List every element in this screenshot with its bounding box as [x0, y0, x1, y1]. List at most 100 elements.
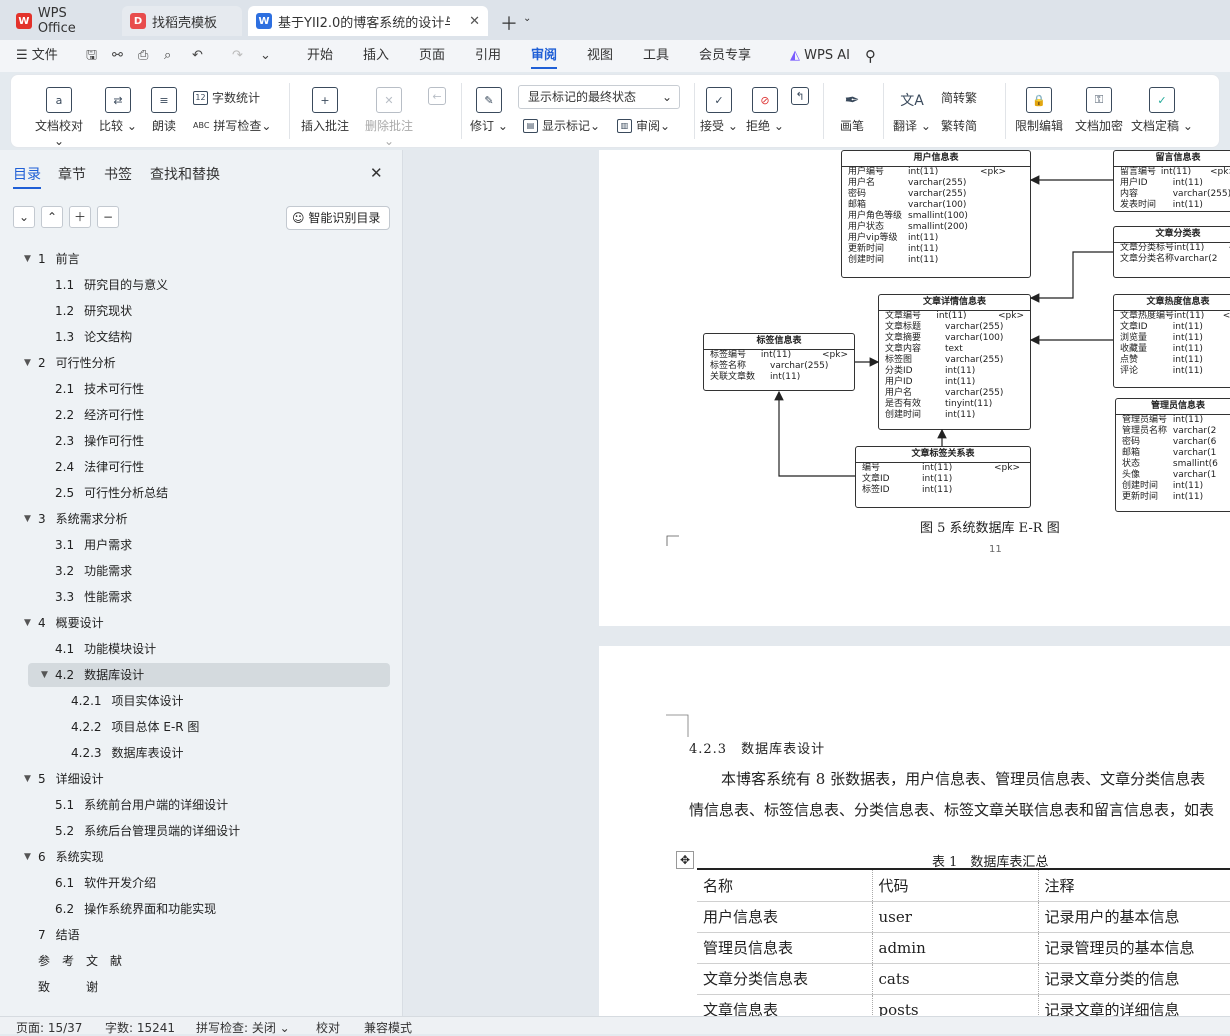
toc-item[interactable]: 6.2 操作系统界面和功能实现 — [55, 898, 216, 920]
new-tab-icon[interactable]: ＋ — [500, 10, 518, 36]
toc-item[interactable]: 2.2 经济可行性 — [55, 404, 144, 426]
menu-member[interactable]: 会员专享 — [699, 40, 751, 72]
undo-icon[interactable]: ↶ — [192, 40, 203, 72]
smart-toc-button[interactable]: ☺ 智能识别目录 — [286, 206, 390, 230]
translate-button[interactable]: 文A 翻译 ⌄ — [893, 87, 931, 134]
expand-down-button[interactable]: ⌄ — [13, 206, 35, 228]
word-count-button[interactable]: 12 字数统计 — [193, 89, 260, 106]
spell-check-button[interactable]: ABC 拼写检查 ⌄ — [193, 117, 271, 134]
menu-insert[interactable]: 插入 — [363, 40, 389, 72]
toc-item[interactable]: 4.2.2 项目总体 E-R 图 — [71, 716, 199, 738]
toc-item[interactable]: 3.2 功能需求 — [55, 560, 132, 582]
delete-comment-button[interactable]: ✕ 删除批注 ⌄ — [359, 87, 419, 148]
collapse-arrow-icon[interactable]: ▼ — [24, 352, 31, 374]
menu-view[interactable]: 视图 — [587, 40, 613, 72]
pen-button[interactable]: ✒ 画笔 — [835, 87, 869, 134]
redo-icon[interactable]: ↷ — [232, 40, 243, 72]
toc-item[interactable]: ▼ 6 系统实现 — [24, 846, 104, 868]
close-icon[interactable]: ✕ — [469, 14, 480, 29]
read-aloud-button[interactable]: ≡ 朗读 — [147, 87, 181, 134]
spell-check-status[interactable]: 拼写检查: 关闭 ⌄ — [196, 1019, 290, 1036]
menu-tools[interactable]: 工具 — [643, 40, 669, 72]
tab-sections[interactable]: 章节 — [58, 164, 86, 184]
share-icon[interactable]: ⚯ — [112, 40, 123, 72]
toc-item[interactable]: 2.1 技术可行性 — [55, 378, 144, 400]
markup-state-select[interactable]: 显示标记的最终状态 ⌄ — [518, 85, 680, 109]
doc-check-button[interactable]: a 文档校对 ⌄ — [29, 87, 89, 148]
collapse-arrow-icon[interactable]: ▼ — [24, 846, 31, 868]
toc-item[interactable]: ▼ 5 详细设计 — [24, 768, 104, 790]
accept-button[interactable]: ✓ 接受 ⌄ — [699, 87, 739, 134]
close-icon[interactable]: ✕ — [370, 164, 383, 182]
menu-review[interactable]: 审阅 — [531, 40, 558, 72]
toc-item[interactable]: ▼ 3 系统需求分析 — [24, 508, 128, 530]
wps-ai-button[interactable]: ◭ WPS AI — [790, 40, 850, 72]
toc-item[interactable]: ▼ 4.2 数据库设计 — [41, 664, 144, 686]
proofread-status[interactable]: 校对 — [316, 1019, 340, 1036]
review-pane-button[interactable]: ▥ 审阅 ⌄ — [617, 117, 670, 134]
toc-item[interactable]: 6.1 软件开发介绍 — [55, 872, 156, 894]
collapse-arrow-icon[interactable]: ▼ — [24, 612, 31, 634]
collapse-up-button[interactable]: ⌃ — [41, 206, 63, 228]
toc-item[interactable]: ▼ 2 可行性分析 — [24, 352, 116, 374]
reject-button[interactable]: ⊘ 拒绝 ⌄ — [745, 87, 785, 134]
toc-title: 概要设计 — [55, 616, 104, 630]
toc-item[interactable]: 3.1 用户需求 — [55, 534, 132, 556]
page-indicator[interactable]: 页面: 15/37 — [16, 1019, 82, 1036]
tab-wps-office[interactable]: W WPS Office — [8, 6, 116, 36]
toc-item[interactable]: 4.1 功能模块设计 — [55, 638, 156, 660]
toc-item[interactable]: 3.3 性能需求 — [55, 586, 132, 608]
toc-item[interactable]: ▼ 4 概要设计 — [24, 612, 104, 634]
print-icon[interactable]: ⎙ — [138, 40, 148, 72]
chevron-down-icon[interactable]: ⌄ — [523, 13, 531, 24]
add-heading-button[interactable]: ＋ — [69, 206, 91, 228]
menu-start[interactable]: 开始 — [307, 40, 333, 72]
insert-comment-button[interactable]: + 插入批注 — [299, 87, 351, 134]
save-icon[interactable]: 🖫 — [86, 40, 97, 72]
toc-title: 软件开发介绍 — [84, 876, 157, 890]
toc-item[interactable]: 2.5 可行性分析总结 — [55, 482, 168, 504]
show-markup-button[interactable]: ▤ 显示标记 ⌄ — [523, 117, 600, 134]
more-icon[interactable]: ⌄ — [260, 40, 271, 72]
toc-item[interactable]: 1.1 研究目的与意义 — [55, 274, 168, 296]
menu-page[interactable]: 页面 — [419, 40, 445, 72]
tab-bookmarks[interactable]: 书签 — [104, 164, 132, 184]
tab-toc[interactable]: 目录 — [13, 164, 41, 189]
toc-item[interactable]: 1.3 论文结构 — [55, 326, 132, 348]
collapse-arrow-icon[interactable]: ▼ — [24, 248, 31, 270]
toc-item[interactable]: 参 考 文 献 — [38, 950, 122, 972]
file-menu[interactable]: ☰ 文件 — [16, 40, 58, 72]
toc-item[interactable]: 7 结语 — [38, 924, 80, 946]
toc-item[interactable]: ▼ 1 前言 — [24, 248, 80, 270]
search-icon[interactable]: ⚲ — [865, 40, 876, 72]
toc-item[interactable]: 2.4 法律可行性 — [55, 456, 144, 478]
menu-reference[interactable]: 引用 — [475, 40, 501, 72]
word-count[interactable]: 字数: 15241 — [105, 1019, 175, 1036]
toc-item[interactable]: 4.2.3 数据库表设计 — [71, 742, 184, 764]
prev-comment-button[interactable]: ← — [425, 87, 449, 109]
prev-change-button[interactable]: ↰ — [789, 87, 811, 109]
restrict-edit-button[interactable]: 🔒 限制编辑 — [1013, 87, 1065, 134]
tab-find-replace[interactable]: 查找和替换 — [150, 164, 220, 184]
simp-to-trad-button[interactable]: 简转繁 — [941, 89, 977, 106]
toc-item[interactable]: 5.2 系统后台管理员端的详细设计 — [55, 820, 240, 842]
remove-heading-button[interactable]: − — [97, 206, 119, 228]
collapse-arrow-icon[interactable]: ▼ — [24, 508, 31, 530]
encrypt-button[interactable]: ⚿ 文档加密 — [1073, 87, 1125, 134]
table-move-handle-icon[interactable]: ✥ — [676, 851, 694, 869]
toc-item[interactable]: 1.2 研究现状 — [55, 300, 132, 322]
finalize-button[interactable]: ✓ 文档定稿 ⌄ — [1131, 87, 1193, 134]
revise-button[interactable]: ✎ 修订 ⌄ — [469, 87, 509, 134]
tab-template[interactable]: D 找稻壳模板 — [122, 6, 242, 36]
toc-item[interactable]: 2.3 操作可行性 — [55, 430, 144, 452]
compare-button[interactable]: ⇄ 比较 ⌄ — [97, 87, 139, 134]
trad-to-simp-button[interactable]: 繁转简 — [941, 117, 977, 134]
collapse-arrow-icon[interactable]: ▼ — [41, 664, 48, 686]
toc-item[interactable]: 5.1 系统前台用户端的详细设计 — [55, 794, 228, 816]
collapse-arrow-icon[interactable]: ▼ — [24, 768, 31, 790]
preview-icon[interactable]: ⌕ — [164, 40, 171, 72]
toc-item[interactable]: 4.2.1 项目实体设计 — [71, 690, 184, 712]
toc-item[interactable]: 致 谢 — [38, 976, 98, 998]
toc-title: 项目总体 E-R 图 — [111, 720, 200, 734]
tab-document[interactable]: W 基于YII2.0的博客系统的设计与 ✕ — [248, 6, 488, 36]
